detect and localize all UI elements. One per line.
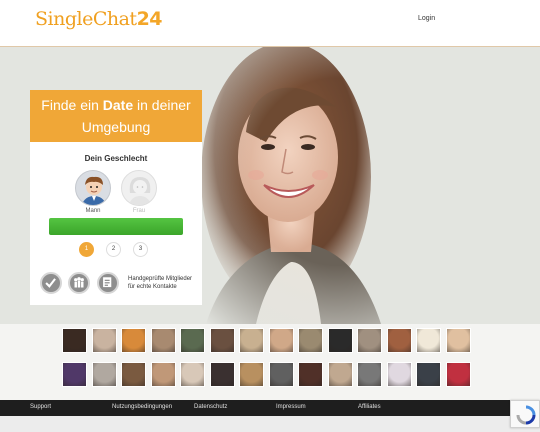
checkmark-icon — [40, 272, 62, 294]
hero-section: Finde ein Date in deiner Umgebung Dein G… — [0, 47, 540, 324]
member-thumbnail-row1-5[interactable] — [180, 328, 205, 353]
people-icon — [68, 272, 90, 294]
male-avatar-icon — [81, 176, 107, 205]
member-thumbnail-row1-13[interactable] — [416, 328, 441, 353]
site-footer: Support Nutzungsbedingungen Datenschutz … — [0, 400, 540, 416]
recaptcha-icon — [516, 405, 536, 425]
member-thumbnail-row2-4[interactable] — [150, 362, 176, 387]
card-headline: Finde ein Date in deiner Umgebung — [30, 90, 202, 142]
step-1[interactable]: 1 — [79, 242, 94, 257]
footer-link-imprint[interactable]: Impressum — [276, 404, 306, 410]
logo-text: SingleChat — [35, 8, 137, 30]
member-thumbnail-row2-12[interactable] — [386, 362, 412, 387]
card-body: Dein Geschlecht Mann Frau 1 2 3 Handgepr… — [30, 142, 202, 305]
id-card-icon — [97, 272, 119, 294]
signup-card: Finde ein Date in deiner Umgebung Dein G… — [30, 90, 202, 305]
member-thumbnail-row1-12[interactable] — [386, 328, 412, 353]
step-3[interactable]: 3 — [133, 242, 148, 257]
member-thumbnail-row1-6[interactable] — [209, 328, 235, 353]
hero-fade — [160, 47, 480, 324]
site-header: SingleChat24 Login — [0, 0, 540, 47]
footer-link-terms[interactable]: Nutzungsbedingungen — [112, 404, 172, 410]
female-avatar-icon — [128, 177, 152, 205]
member-thumbnail-row1-11[interactable] — [357, 328, 382, 353]
member-thumbnail-row2-10[interactable] — [327, 362, 353, 387]
male-label: Mann — [85, 208, 101, 214]
bottom-bar — [0, 416, 540, 432]
recaptcha-badge[interactable] — [510, 400, 540, 428]
member-thumbnail-row1-7[interactable] — [239, 328, 264, 353]
female-label: Frau — [132, 208, 146, 214]
member-thumbnail-row2-3[interactable] — [121, 362, 146, 387]
male-avatar-option[interactable] — [75, 170, 111, 206]
member-thumbnail-row1-4[interactable] — [150, 328, 176, 353]
member-thumbnail-row1-10[interactable] — [327, 328, 353, 353]
member-thumbnail-row2-1[interactable] — [62, 362, 87, 387]
continue-button[interactable] — [49, 218, 183, 235]
step-2[interactable]: 2 — [106, 242, 121, 257]
member-thumbnail-row2-14[interactable] — [445, 362, 471, 387]
member-thumbnail-row2-8[interactable] — [268, 362, 294, 387]
logo-number: 24 — [136, 8, 163, 30]
footer-link-affiliates[interactable]: Affiliates — [358, 404, 381, 410]
member-thumbnail-row1-1[interactable] — [62, 328, 87, 353]
member-thumbnail-row1-14[interactable] — [445, 328, 471, 353]
member-thumbnail-row2-9[interactable] — [298, 362, 323, 387]
member-gallery — [0, 324, 540, 400]
member-thumbnail-row1-9[interactable] — [298, 328, 323, 353]
member-thumbnail-row1-8[interactable] — [268, 328, 294, 353]
login-link[interactable]: Login — [418, 15, 435, 22]
member-thumbnail-row1-2[interactable] — [91, 328, 117, 353]
member-thumbnail-row1-3[interactable] — [121, 328, 146, 353]
member-thumbnail-row2-5[interactable] — [180, 362, 205, 387]
member-thumbnail-row2-2[interactable] — [91, 362, 117, 387]
member-thumbnail-row2-7[interactable] — [239, 362, 264, 387]
member-thumbnail-row2-13[interactable] — [416, 362, 441, 387]
logo[interactable]: SingleChat24 — [35, 8, 163, 30]
member-thumbnail-row2-11[interactable] — [357, 362, 382, 387]
female-avatar-option[interactable] — [121, 170, 157, 206]
member-thumbnail-row2-6[interactable] — [209, 362, 235, 387]
footer-link-privacy[interactable]: Datenschutz — [194, 404, 227, 410]
trust-text: Handgeprüfte Mitglieder für echte Kontak… — [128, 276, 193, 290]
footer-link-support[interactable]: Support — [30, 404, 51, 410]
gender-title: Dein Geschlecht — [84, 154, 148, 163]
